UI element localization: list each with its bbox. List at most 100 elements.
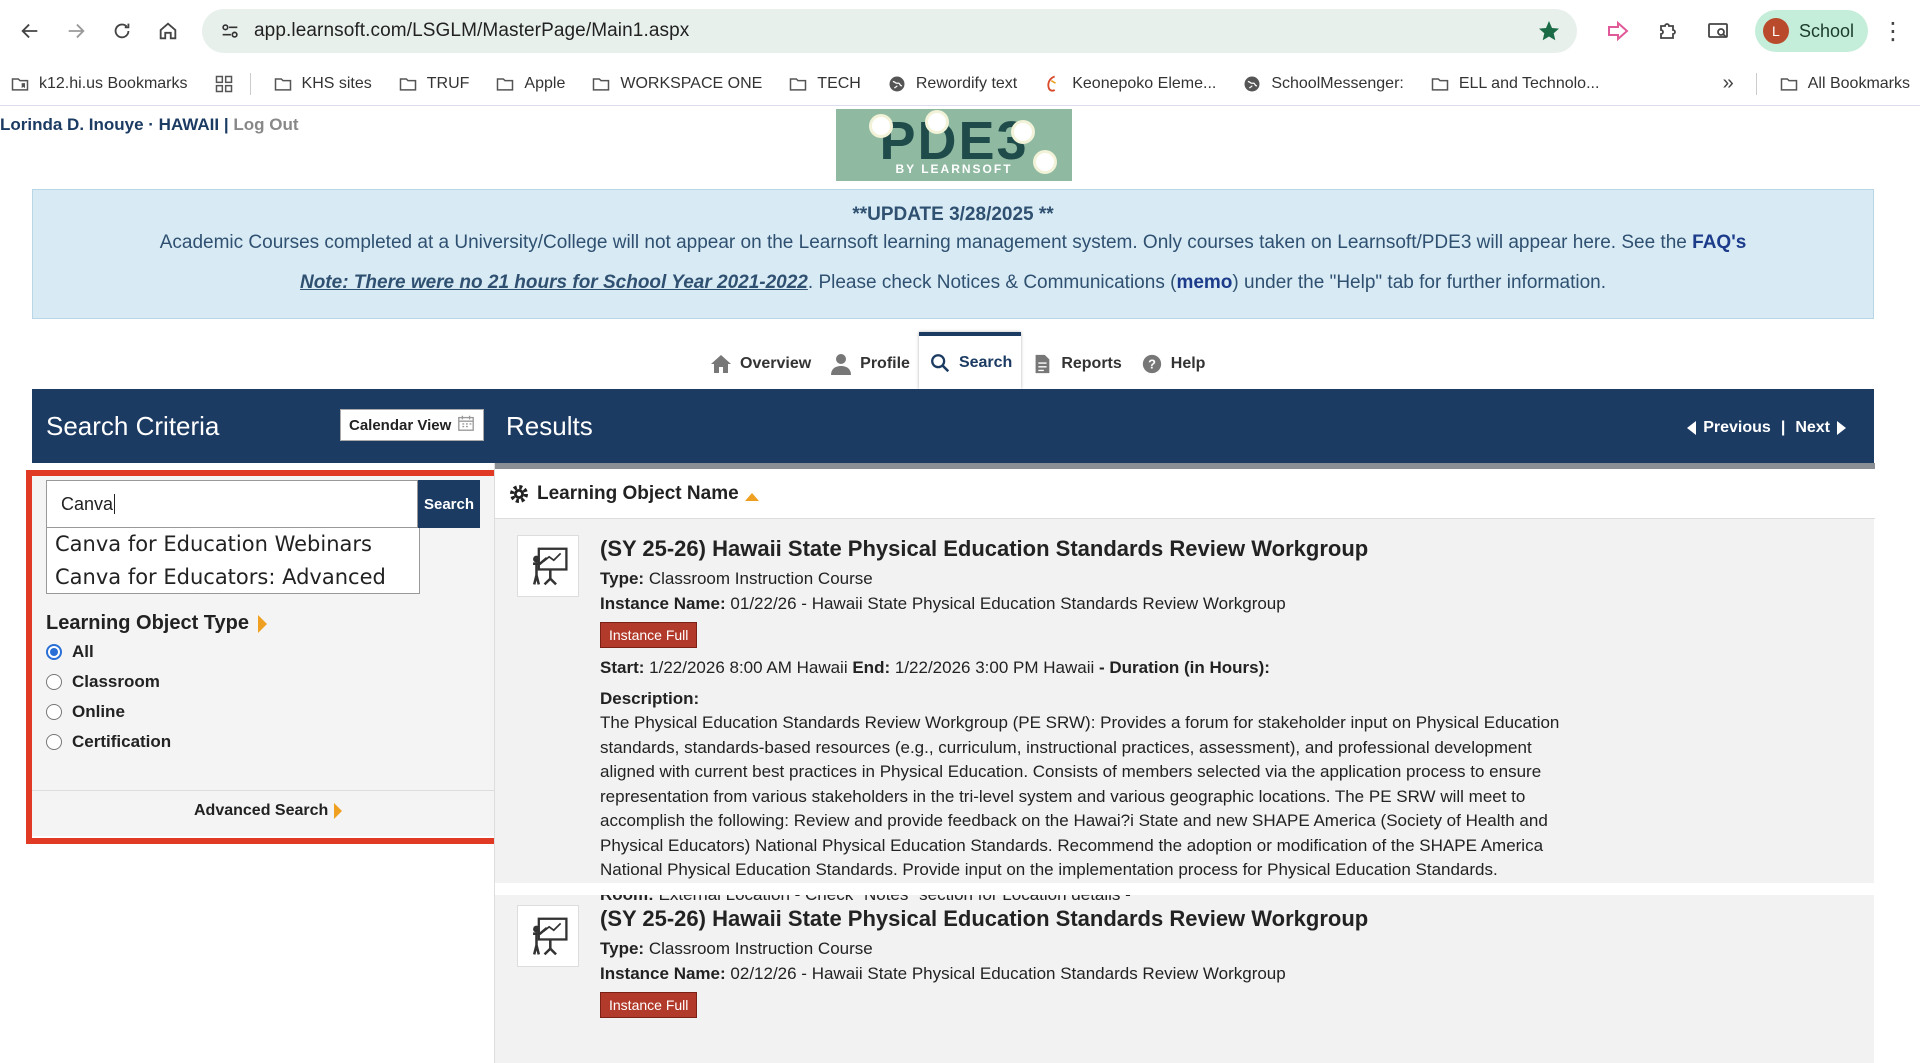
main-tabs: Overview Profile Search Reports ? Help xyxy=(700,332,1214,389)
url-text[interactable]: app.learnsoft.com/LSGLM/MasterPage/Main1… xyxy=(254,20,1535,42)
bookmark-item[interactable]: TRUF xyxy=(398,74,469,94)
type-value: Classroom Instruction Course xyxy=(648,569,873,588)
bookmark-star-icon[interactable] xyxy=(1535,17,1563,45)
folder-icon xyxy=(495,74,515,94)
extensions-puzzle-icon[interactable] xyxy=(1649,12,1687,50)
note-link[interactable]: Note: There were no 21 hours for School … xyxy=(300,272,808,293)
back-button[interactable] xyxy=(12,13,48,49)
radio-certification[interactable]: Certification xyxy=(46,732,171,752)
radio-online[interactable]: Online xyxy=(46,702,125,722)
tab-reports[interactable]: Reports xyxy=(1021,339,1130,389)
previous-link[interactable]: Previous xyxy=(1703,419,1771,437)
apps-grid-icon[interactable] xyxy=(214,74,234,94)
next-link[interactable]: Next xyxy=(1795,419,1830,437)
browser-menu-icon[interactable]: ⋮ xyxy=(1878,12,1908,50)
radio-all[interactable]: All xyxy=(46,642,94,662)
description-text: The Physical Education Standards Review … xyxy=(600,713,1560,879)
results-panel: Learning Object Name (SY 25-26) Hawaii S… xyxy=(494,463,1875,1063)
bookmark-item[interactable]: k12.hi.us Bookmarks xyxy=(10,74,188,94)
forward-button[interactable] xyxy=(58,13,94,49)
next-arrow-icon[interactable] xyxy=(1837,421,1846,435)
description-label: Description: xyxy=(600,688,700,708)
site-info-icon[interactable] xyxy=(216,17,244,45)
flower-decoration xyxy=(872,117,890,135)
extension-arrow-icon[interactable] xyxy=(1599,12,1637,50)
logout-link[interactable]: Log Out xyxy=(233,115,298,134)
bookmark-separator xyxy=(249,72,251,95)
bookmark-separator xyxy=(1755,72,1757,95)
bookmark-item[interactable]: TECH xyxy=(788,74,861,94)
svg-text:?: ? xyxy=(1148,357,1156,372)
result-title[interactable]: (SY 25-26) Hawaii State Physical Educati… xyxy=(600,905,1560,933)
instance-value: 01/22/26 - Hawaii State Physical Educati… xyxy=(730,593,1286,613)
column-label: Learning Object Name xyxy=(537,482,739,504)
notice-text: . Please check Notices & Communications … xyxy=(807,272,1177,293)
tab-overview[interactable]: Overview xyxy=(700,339,820,389)
radio-label: Certification xyxy=(72,732,172,751)
bookmark-item[interactable]: WORKSPACE ONE xyxy=(591,74,762,94)
result-divider xyxy=(495,883,1875,895)
result-instance: Instance Name: 02/12/26 - Hawaii State P… xyxy=(600,962,1560,987)
gear-icon[interactable] xyxy=(507,482,531,506)
reload-button[interactable] xyxy=(104,13,140,49)
divider xyxy=(32,790,494,791)
bookmark-item[interactable]: Apple xyxy=(495,74,565,94)
search-header-bar: Search Criteria Calendar View Results Pr… xyxy=(32,389,1874,463)
bookmark-item[interactable]: KHS sites xyxy=(273,74,372,94)
result-title[interactable]: (SY 25-26) Hawaii State Physical Educati… xyxy=(600,535,1560,563)
logo-text: PDE3 xyxy=(879,111,1029,171)
radio-classroom[interactable]: Classroom xyxy=(46,672,160,692)
reload-icon xyxy=(114,23,130,39)
learning-object-type-heading[interactable]: Learning Object Type xyxy=(46,612,267,635)
calendar-view-button[interactable]: Calendar View xyxy=(340,409,484,441)
advanced-search-link[interactable]: Advanced Search xyxy=(194,802,343,820)
autocomplete-item[interactable]: Canva for Education Webinars xyxy=(47,528,419,561)
memo-link[interactable]: memo xyxy=(1176,272,1232,293)
all-bookmarks-button[interactable]: All Bookmarks xyxy=(1779,74,1910,94)
bookmark-label: Rewordify text xyxy=(915,74,1018,92)
bookmark-item[interactable]: Rewordify text xyxy=(887,74,1017,94)
globe-icon xyxy=(887,74,907,94)
more-bookmarks-icon[interactable]: » xyxy=(1723,72,1734,95)
bookmark-label: KHS sites xyxy=(301,74,372,92)
radio-button[interactable] xyxy=(46,704,62,720)
globe-icon xyxy=(1242,74,1262,94)
document-icon xyxy=(1030,352,1054,376)
instance-label: Instance Name: xyxy=(600,963,726,983)
duration-label: - Duration (in Hours): xyxy=(1099,658,1270,677)
search-input-value: Canva xyxy=(61,493,114,514)
advanced-search-label: Advanced Search xyxy=(194,802,329,819)
autocomplete-item[interactable]: Canva for Educators: Advanced xyxy=(47,561,419,594)
bookmark-item[interactable]: SchoolMessenger: xyxy=(1242,74,1404,94)
filter-title: Learning Object Type xyxy=(46,612,249,634)
bookmark-item[interactable]: ELL and Technolo... xyxy=(1430,74,1599,94)
home-button[interactable] xyxy=(150,13,186,49)
bookmark-item[interactable]: Keonepoko Eleme... xyxy=(1043,74,1216,94)
result-body: (SY 25-26) Hawaii State Physical Educati… xyxy=(600,535,1560,907)
tab-profile[interactable]: Profile xyxy=(820,339,919,389)
expand-arrow-icon xyxy=(334,803,343,819)
radio-button[interactable] xyxy=(46,734,62,750)
profile-button[interactable]: L School xyxy=(1754,10,1868,52)
previous-arrow-icon[interactable] xyxy=(1687,421,1697,435)
profile-label: School xyxy=(1798,20,1854,41)
search-button[interactable]: Search xyxy=(418,480,480,528)
results-column-header[interactable]: Learning Object Name xyxy=(495,463,1875,519)
user-line: Lorinda D. Inouye · HAWAII | Log Out xyxy=(0,115,299,135)
tab-search[interactable]: Search xyxy=(918,332,1022,389)
address-bar[interactable]: app.learnsoft.com/LSGLM/MasterPage/Main1… xyxy=(202,9,1577,53)
folder-icon xyxy=(273,74,293,94)
search-input[interactable]: Canva xyxy=(46,480,418,528)
tab-help[interactable]: ? Help xyxy=(1131,339,1215,389)
home-icon xyxy=(709,352,733,376)
notice-text: ) under the "Help" tab for further infor… xyxy=(1232,272,1607,293)
back-arrow-icon xyxy=(21,23,38,39)
faq-link[interactable]: FAQ's xyxy=(1692,232,1746,253)
text-caret xyxy=(114,494,116,514)
radio-button[interactable] xyxy=(46,644,62,660)
tab-search-icon[interactable] xyxy=(1699,12,1737,50)
flower-decoration xyxy=(1036,153,1054,171)
radio-label: Online xyxy=(72,702,125,721)
radio-button[interactable] xyxy=(46,674,62,690)
calendar-icon xyxy=(457,414,475,436)
